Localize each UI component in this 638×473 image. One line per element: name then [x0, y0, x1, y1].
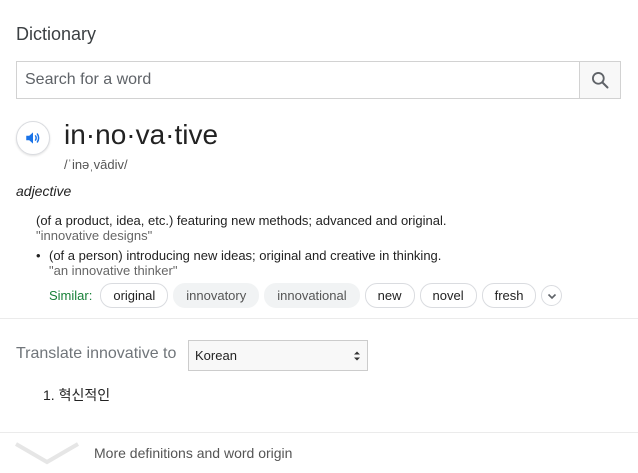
similar-label: Similar: — [49, 288, 93, 303]
translate-label: Translate innovative to — [16, 345, 177, 362]
speaker-icon — [26, 132, 40, 144]
more-definitions-link[interactable]: More definitions and word origin — [94, 445, 292, 461]
search-button[interactable] — [579, 62, 620, 98]
divider — [0, 318, 638, 319]
divider — [0, 432, 638, 433]
similar-chip-innovatory[interactable]: innovatory — [173, 283, 260, 308]
translation-result: 1. 혁신적인 — [43, 387, 111, 403]
similar-chip-new[interactable]: new — [364, 283, 415, 308]
language-select-value: Korean — [195, 348, 237, 363]
definition-1: (of a product, idea, etc.) featuring new… — [36, 213, 447, 228]
definition-bullet: • — [36, 248, 41, 263]
chevron-down-icon — [547, 293, 557, 299]
dictionary-title: Dictionary — [16, 24, 97, 44]
similar-chip-novel[interactable]: novel — [419, 283, 477, 308]
phonetic: /ˈinəˌvādiv/ — [64, 157, 128, 172]
definition-2: (of a person) introducing new ideas; ori… — [49, 248, 442, 263]
select-arrows-icon — [354, 351, 360, 360]
example-2: "an innovative thinker" — [49, 263, 178, 278]
expand-similar-button[interactable] — [541, 285, 563, 306]
similar-chip-original[interactable]: original — [100, 283, 169, 308]
search-icon — [592, 72, 609, 89]
part-of-speech: adjective — [16, 183, 72, 199]
language-select[interactable]: Korean — [188, 340, 368, 371]
pronunciation-button[interactable] — [16, 121, 50, 155]
search-bar — [16, 61, 621, 99]
similar-chip-innovational[interactable]: innovational — [264, 283, 360, 308]
headword: in·no·va·tive — [64, 119, 219, 150]
similar-chip-fresh[interactable]: fresh — [481, 283, 537, 308]
similar-words: Similar: original innovatory innovationa… — [49, 283, 563, 308]
search-input[interactable] — [17, 62, 579, 98]
example-1: "innovative designs" — [36, 228, 153, 243]
chevron-down-icon[interactable] — [14, 440, 80, 466]
